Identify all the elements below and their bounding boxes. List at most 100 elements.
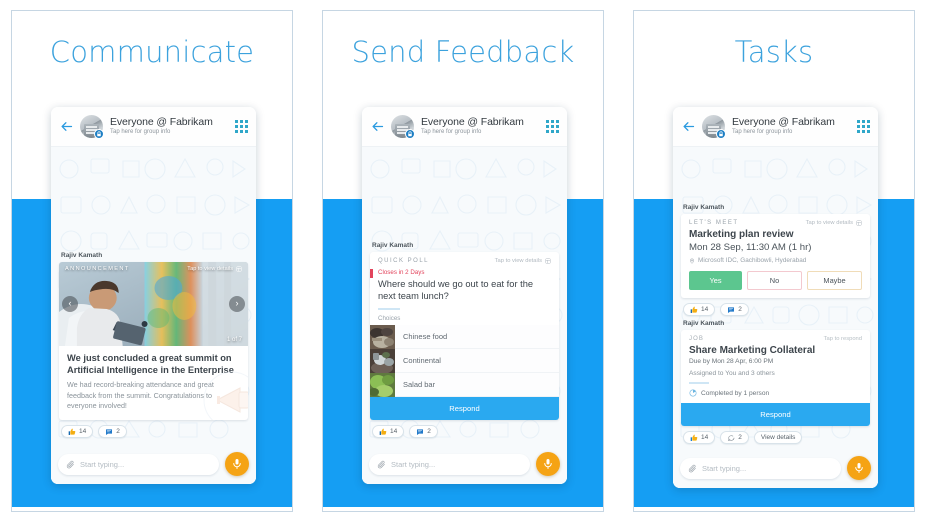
message-list[interactable]: Rajiv Kamath QUICK POLL Tap to view deta… [362, 147, 567, 444]
like-count: 14 [390, 428, 398, 435]
message-input[interactable]: Start typing... [369, 453, 530, 475]
chevron-left-icon[interactable]: ‹ [62, 295, 78, 312]
meeting-title: Marketing plan review [689, 229, 794, 240]
phone-mockup: Everyone @ Fabrikam Tap here for group i… [673, 107, 878, 488]
message-input-placeholder: Start typing... [80, 459, 125, 469]
rsvp-no-button[interactable]: No [747, 271, 802, 290]
microphone-button[interactable] [225, 452, 249, 476]
message-input[interactable]: Start typing... [58, 453, 219, 475]
thumbs-up-icon [379, 428, 387, 436]
avatar[interactable] [391, 115, 415, 139]
microphone-button[interactable] [847, 456, 871, 480]
chat-subtitle: Tap here for group info [732, 129, 793, 136]
avatar[interactable] [702, 115, 726, 139]
chat-title: Everyone @ Fabrikam [732, 116, 835, 129]
job-card[interactable]: JOB Tap to respond Share Marketing Colla… [681, 330, 870, 426]
back-arrow-icon[interactable] [370, 119, 385, 134]
meeting-card[interactable]: LET'S MEET Tap to view details Marketing… [681, 214, 870, 298]
apps-grid-icon[interactable] [857, 120, 870, 133]
comment-outline-icon [727, 434, 735, 442]
paperclip-icon[interactable] [688, 464, 697, 473]
rsvp-buttons: Yes No Maybe [689, 271, 862, 290]
announcement-card[interactable]: ANNOUNCEMENT Tap to view details ‹ › 1 o… [59, 261, 248, 420]
comment-pill[interactable]: 2 [409, 425, 438, 438]
like-pill[interactable]: 14 [683, 431, 716, 444]
comment-pill[interactable]: 2 [720, 431, 749, 444]
megaphone-icon [202, 370, 248, 420]
announcement-text: We just concluded a great summit on Arti… [59, 346, 248, 420]
chat-title-block[interactable]: Everyone @ Fabrikam Tap here for group i… [110, 117, 235, 136]
panel-title: Send Feedback [351, 35, 575, 69]
chat-title-block[interactable]: Everyone @ Fabrikam Tap here for group i… [732, 116, 857, 136]
microphone-button[interactable] [536, 452, 560, 476]
rsvp-yes-button[interactable]: Yes [689, 271, 742, 290]
thumbs-up-icon [68, 428, 76, 436]
paperclip-icon[interactable] [377, 460, 386, 469]
avatar[interactable] [80, 115, 104, 139]
reaction-bar: 14 2 View details [683, 431, 870, 444]
pie-progress-icon [689, 389, 697, 397]
composer: Start typing... [673, 448, 878, 488]
job-title: Share Marketing Collateral [689, 345, 816, 356]
message-list[interactable]: Rajiv Kamath LET'S MEET Tap to view deta… [673, 147, 878, 448]
poll-choice[interactable]: Continental [370, 348, 559, 373]
poll-respond-button[interactable]: Respond [370, 397, 559, 420]
apps-grid-icon[interactable] [546, 120, 559, 133]
microphone-icon [853, 462, 865, 474]
rsvp-maybe-button[interactable]: Maybe [807, 271, 862, 290]
view-details-pill[interactable]: View details [753, 431, 803, 444]
tap-to-view-details[interactable]: Tap to view details [495, 257, 551, 264]
tap-to-view-details[interactable]: Tap to view details [187, 266, 242, 273]
panel-tasks: Tasks Everyone @ Fabrikam Tap here for g… [633, 10, 915, 512]
chevron-right-icon[interactable]: › [229, 295, 245, 312]
microphone-icon [542, 458, 554, 470]
meeting-location: Microsoft IDC, Gachibowli, Hyderabad [689, 257, 862, 264]
tap-to-view-details[interactable]: Tap to view details [806, 220, 862, 226]
comment-pill[interactable]: 2 [98, 425, 127, 438]
back-arrow-icon[interactable] [681, 119, 696, 134]
comment-count: 2 [427, 428, 431, 435]
comment-count: 2 [116, 428, 120, 435]
comment-icon [416, 428, 424, 436]
panel-communicate: Communicate Everyone @ Fabrikam Tap here… [11, 10, 293, 512]
chat-title-block[interactable]: Everyone @ Fabrikam Tap here for group i… [421, 117, 546, 136]
poll-choice[interactable]: Salad bar [370, 372, 559, 397]
like-pill[interactable]: 14 [683, 303, 716, 316]
divider [378, 308, 400, 310]
reaction-bar: 14 2 [683, 303, 870, 316]
job-assignees: Assigned to You and 3 others [689, 370, 775, 377]
message-input[interactable]: Start typing... [680, 457, 841, 479]
continental-food-thumbnail [370, 348, 395, 373]
message-list[interactable]: Rajiv Kamath ANNOUNCEMENT Tap to view de… [51, 147, 256, 444]
comment-pill[interactable]: 2 [720, 303, 749, 316]
slide-counter: 1 of 7 [226, 336, 242, 343]
message-sender: Rajiv Kamath [683, 204, 725, 211]
apps-grid-icon[interactable] [235, 120, 248, 133]
chat-subtitle: Tap here for group info [421, 129, 482, 136]
message-input-placeholder: Start typing... [702, 463, 747, 473]
chat-body: Rajiv Kamath QUICK POLL Tap to view deta… [362, 147, 567, 484]
lock-badge-icon [716, 129, 726, 139]
chat-header: Everyone @ Fabrikam Tap here for group i… [362, 107, 567, 147]
like-pill[interactable]: 14 [61, 425, 94, 438]
divider [689, 382, 709, 384]
poll-alert-bar [370, 268, 373, 278]
chat-header: Everyone @ Fabrikam Tap here for group i… [673, 107, 878, 147]
like-pill[interactable]: 14 [372, 425, 405, 438]
chat-header: Everyone @ Fabrikam Tap here for group i… [51, 107, 256, 147]
poll-choice[interactable]: Chinese food [370, 324, 559, 349]
paperclip-icon[interactable] [66, 460, 75, 469]
job-completion: Completed by 1 person [689, 389, 862, 403]
chat-body: Rajiv Kamath LET'S MEET Tap to view deta… [673, 147, 878, 488]
meeting-label: LET'S MEET [689, 220, 739, 226]
job-respond-button[interactable]: Respond [681, 403, 870, 426]
tap-to-view-label: Tap to view details [187, 266, 233, 273]
back-arrow-icon[interactable] [59, 119, 74, 134]
poll-choice-label: Continental [403, 356, 441, 365]
tap-to-respond-label[interactable]: Tap to respond [824, 336, 862, 342]
job-due-date: Due by Mon 28 Apr, 6:00 PM [689, 358, 774, 365]
quick-poll-card[interactable]: QUICK POLL Tap to view details Closes in… [370, 251, 559, 420]
job-completion-text: Completed by 1 person [701, 389, 770, 397]
poll-header: QUICK POLL Tap to view details Closes in… [370, 252, 559, 322]
phone-mockup: Everyone @ Fabrikam Tap here for group i… [51, 107, 256, 484]
